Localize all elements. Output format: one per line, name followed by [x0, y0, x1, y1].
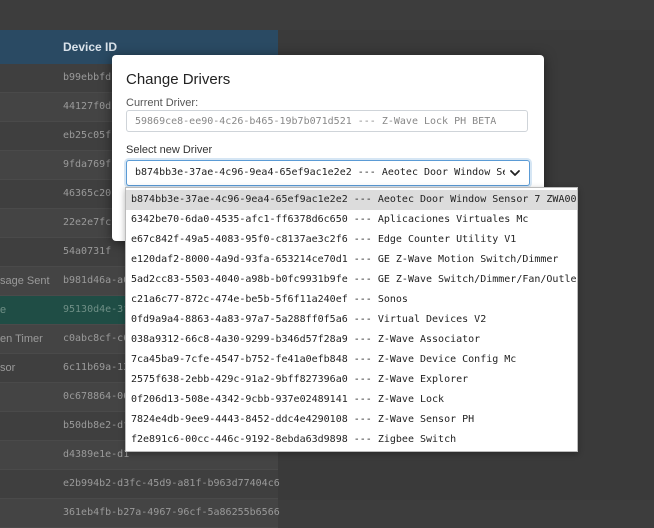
- row-device-id: 6c11b69a-13: [63, 362, 130, 373]
- driver-select[interactable]: b874bb3e-37ae-4c96-9ea4-65ef9ac1e2e2 ---…: [126, 160, 530, 186]
- table-row[interactable]: e2b994b2-d3fc-45d9-a81f-b963d77404c6: [0, 470, 280, 499]
- driver-dropdown-list: b874bb3e-37ae-4c96-9ea4-65ef9ac1e2e2 ---…: [125, 187, 578, 452]
- dropdown-option[interactable]: f2e891c6-00cc-446c-9192-8ebda63d9898 ---…: [126, 430, 577, 450]
- row-device-id: e2b994b2-d3fc-45d9-a81f-b963d77404c6: [63, 478, 280, 489]
- row-device-id: d4389e1e-d1: [63, 449, 130, 460]
- row-device-name: en Timer: [0, 333, 43, 345]
- row-device-id: 95130d4e-3f: [63, 304, 130, 315]
- dropdown-option[interactable]: 0f206d13-508e-4342-9cbb-937e02489141 ---…: [126, 390, 577, 410]
- dropdown-option[interactable]: 038a9312-66c8-4a30-9299-b346d57f28a9 ---…: [126, 330, 577, 350]
- row-device-name: e: [0, 304, 7, 316]
- dropdown-option[interactable]: 7824e4db-9ee9-4443-8452-ddc4e4290108 ---…: [126, 410, 577, 430]
- dropdown-option[interactable]: 0fd9a9a4-8863-4a83-97a7-5a288ff0f5a6 ---…: [126, 310, 577, 330]
- current-driver-label: Current Driver:: [126, 97, 199, 109]
- dropdown-option[interactable]: 7ca45ba9-7cfe-4547-b752-fe41a0efb848 ---…: [126, 350, 577, 370]
- dropdown-option[interactable]: e120daf2-8000-4a9d-93fa-653214ce70d1 ---…: [126, 250, 577, 270]
- select-driver-label: Select new Driver: [126, 144, 213, 156]
- chevron-down-icon: [510, 170, 520, 176]
- row-device-id: 54a0731f: [63, 246, 112, 257]
- driver-select-value: b874bb3e-37ae-4c96-9ea4-65ef9ac1e2e2 ---…: [135, 167, 505, 178]
- dropdown-option[interactable]: 2575f638-2ebb-429c-91a2-9bff827396a0 ---…: [126, 370, 577, 390]
- dropdown-options: b874bb3e-37ae-4c96-9ea4-65ef9ac1e2e2 ---…: [126, 188, 577, 450]
- row-device-id: 46365c20: [63, 188, 112, 199]
- row-device-id: b50db8e2-df: [63, 420, 130, 431]
- dropdown-option[interactable]: 5ad2cc83-5503-4040-a98b-b0fc9931b9fe ---…: [126, 270, 577, 290]
- column-header-device-id: Device ID: [63, 40, 118, 54]
- row-device-id: eb25c05f: [63, 130, 112, 141]
- dropdown-option[interactable]: 6342be70-6da0-4535-afc1-ff6378d6c650 ---…: [126, 210, 577, 230]
- dropdown-option[interactable]: b874bb3e-37ae-4c96-9ea4-65ef9ac1e2e2 ---…: [126, 190, 577, 210]
- row-device-id: 22e2e7fc: [63, 217, 112, 228]
- current-driver-field: 59869ce8-ee90-4c26-b465-19b7b071d521 ---…: [126, 110, 528, 132]
- row-device-id: c0abc8cf-c6: [63, 333, 130, 344]
- dropdown-option[interactable]: e67c842f-49a5-4083-95f0-c8137ae3c2f6 ---…: [126, 230, 577, 250]
- dropdown-option[interactable]: c21a6c77-872c-474e-be5b-5f6f11a240ef ---…: [126, 290, 577, 310]
- row-device-id: b99ebbfd: [63, 72, 112, 83]
- row-device-name: sage Sent: [0, 275, 50, 287]
- row-device-name: sor: [0, 362, 16, 374]
- row-device-id: 361eb4fb-b27a-4967-96cf-5a86255b6566: [63, 507, 280, 518]
- table-row[interactable]: 361eb4fb-b27a-4967-96cf-5a86255b6566: [0, 499, 280, 528]
- modal-title: Change Drivers: [126, 71, 231, 88]
- row-device-id: 0c678864-06: [63, 391, 130, 402]
- row-device-id: b981d46a-a0: [63, 275, 130, 286]
- row-device-id: 44127f0d: [63, 101, 112, 112]
- row-device-id: 9fda769f: [63, 159, 112, 170]
